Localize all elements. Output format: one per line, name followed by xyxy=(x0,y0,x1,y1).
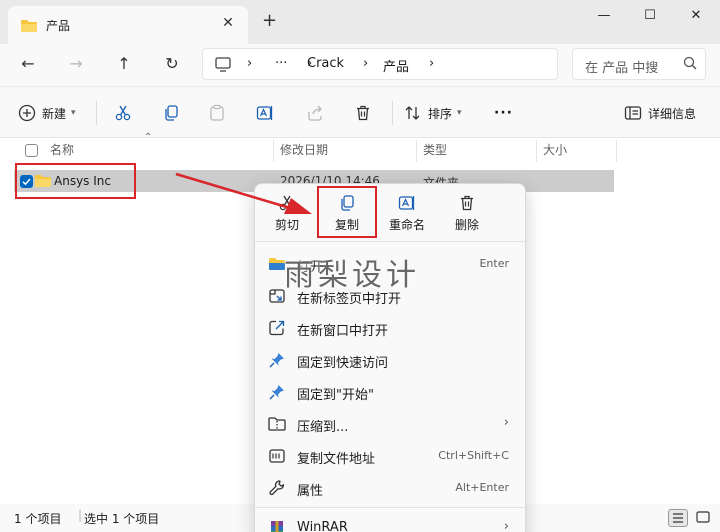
watermark-text: 雨梨设计 xyxy=(284,258,420,293)
